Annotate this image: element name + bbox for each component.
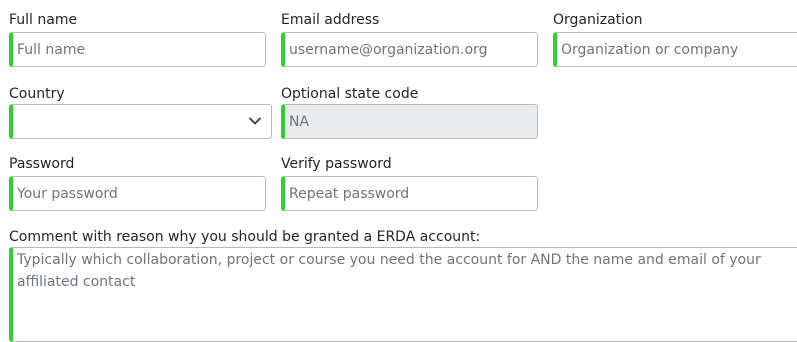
full-name-label: Full name <box>9 12 78 28</box>
chevron-down-icon <box>249 117 261 125</box>
comment-textarea[interactable] <box>9 247 797 342</box>
comment-label: Comment with reason why you should be gr… <box>9 229 481 245</box>
password-label: Password <box>9 156 75 172</box>
country-label: Country <box>9 86 65 102</box>
verify-password-input[interactable] <box>281 176 538 211</box>
email-address-label: Email address <box>281 12 380 28</box>
verify-password-label: Verify password <box>281 156 392 172</box>
password-input[interactable] <box>9 176 266 211</box>
full-name-input[interactable] <box>9 32 266 67</box>
organization-input[interactable] <box>553 32 797 67</box>
email-address-input[interactable] <box>281 32 538 67</box>
state-code-input[interactable] <box>281 104 538 139</box>
state-code-label: Optional state code <box>281 86 419 102</box>
organization-label: Organization <box>553 12 643 28</box>
country-select[interactable] <box>9 104 272 139</box>
